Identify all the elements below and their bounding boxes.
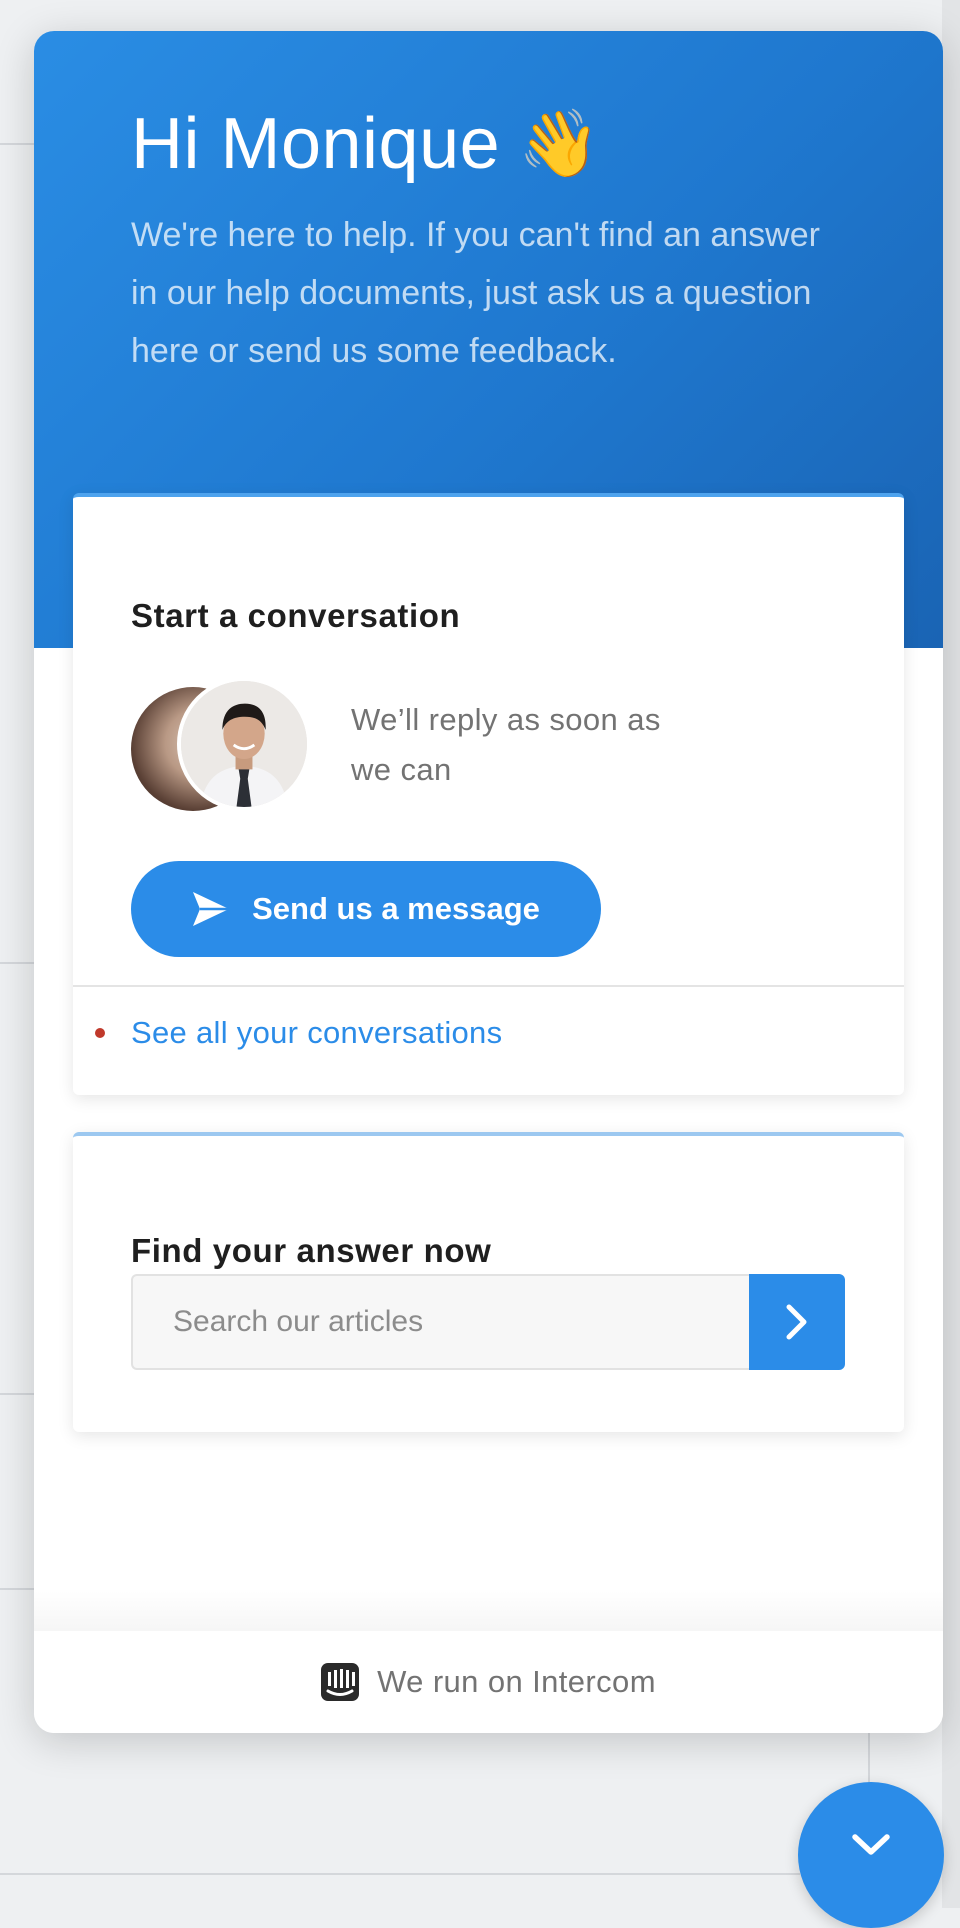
search-card-title: Find your answer now <box>131 1232 492 1269</box>
unread-dot-icon <box>95 1028 105 1038</box>
intro-text: We're here to help. If you can't find an… <box>131 216 820 370</box>
search-input[interactable] <box>131 1274 750 1370</box>
search-card: Find your answer now <box>73 1132 904 1432</box>
intercom-logo-icon <box>321 1663 360 1701</box>
search-bar <box>131 1274 845 1370</box>
team-avatars <box>131 677 311 817</box>
card-divider <box>73 985 904 987</box>
background-divider <box>0 1393 34 1395</box>
conversation-card: Start a conversation We’ll reply as soon… <box>73 493 904 1095</box>
chevron-down-icon <box>852 1834 890 1855</box>
messenger-launcher-button[interactable] <box>798 1782 944 1928</box>
reply-time-text: We’ll reply as soon as we can <box>351 702 661 787</box>
powered-by-text: We run on Intercom <box>377 1664 656 1699</box>
messenger-panel: Hi Monique 👋 We're here to help. If you c… <box>34 31 943 1733</box>
send-message-label: Send us a message <box>252 891 540 926</box>
greeting-text: Hi Monique <box>131 104 501 184</box>
see-all-conversations-link[interactable]: See all your conversations <box>131 1015 502 1051</box>
avatar <box>177 677 311 811</box>
paper-plane-icon <box>193 892 230 926</box>
messenger-footer: We run on Intercom <box>34 1631 943 1733</box>
see-all-conversations-row[interactable]: See all your conversations <box>95 1015 502 1051</box>
background-scroll-gutter <box>942 0 960 1908</box>
greeting-heading: Hi Monique 👋 <box>131 103 601 185</box>
background-divider <box>0 1873 800 1875</box>
waving-hand-icon: 👋 <box>518 106 601 180</box>
background-divider <box>0 143 34 145</box>
avatar-photo <box>181 681 307 807</box>
background-divider <box>0 962 34 964</box>
send-message-button[interactable]: Send us a message <box>131 861 601 957</box>
conversation-card-title: Start a conversation <box>131 597 461 634</box>
search-submit-button[interactable] <box>749 1274 845 1370</box>
background-divider <box>0 1588 34 1590</box>
chevron-right-icon <box>786 1304 807 1340</box>
footer-fade <box>34 1591 943 1631</box>
